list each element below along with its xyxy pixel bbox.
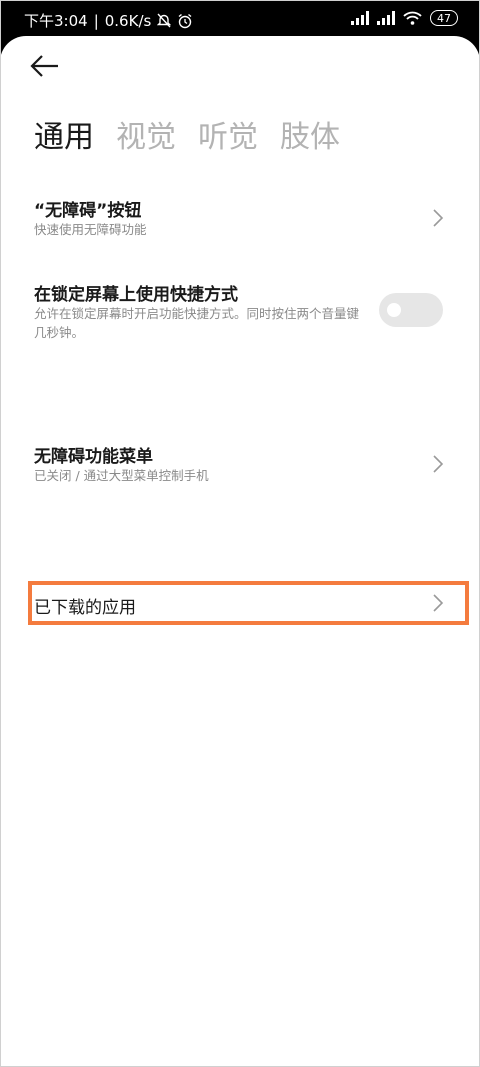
status-net-speed: 0.6K/s: [104, 11, 152, 30]
accessibility-menu-subtitle: 已关闭 / 通过大型菜单控制手机: [34, 468, 209, 483]
chevron-right-icon: [433, 455, 444, 473]
accessibility-menu-item[interactable]: 无障碍功能菜单 已关闭 / 通过大型菜单控制手机: [0, 432, 480, 496]
status-left: 下午3:04 | 0.6K/s: [24, 10, 193, 31]
signal-icon: [377, 11, 395, 25]
tab-general[interactable]: 通用: [34, 112, 94, 156]
bell-off-icon: [157, 13, 172, 28]
tab-physical[interactable]: 肢体: [280, 112, 340, 156]
tab-vision[interactable]: 视觉: [116, 112, 176, 156]
lock-screen-shortcut-toggle[interactable]: [379, 293, 443, 327]
category-tabs: 通用 视觉 听觉 肢体: [34, 112, 340, 156]
toggle-knob: [387, 303, 401, 317]
back-arrow-icon: [30, 55, 58, 77]
alarm-icon: [178, 13, 192, 28]
status-bar: 下午3:04 | 0.6K/s 47: [0, 0, 480, 40]
status-right: 47: [351, 10, 458, 26]
downloaded-apps-item[interactable]: 已下载的应用: [0, 583, 480, 623]
chevron-right-icon: [433, 594, 444, 612]
accessibility-menu-title: 无障碍功能菜单: [34, 447, 153, 467]
status-time: 下午3:04: [24, 12, 88, 30]
accessibility-button-subtitle: 快速使用无障碍功能: [34, 222, 147, 237]
accessibility-button-item[interactable]: “无障碍”按钮 快速使用无障碍功能: [0, 186, 480, 250]
lock-screen-shortcut-subtitle: 允许在锁定屏幕时开启功能快捷方式。同时按住两个音量键几秒钟。: [34, 306, 360, 340]
back-button[interactable]: [30, 54, 74, 88]
downloaded-apps-title: 已下载的应用: [34, 598, 136, 618]
battery-icon: 47: [430, 10, 458, 26]
tab-hearing[interactable]: 听觉: [198, 112, 258, 156]
status-separator: |: [93, 11, 99, 30]
accessibility-button-title: “无障碍”按钮: [34, 201, 142, 221]
settings-screen: 通用 视觉 听觉 肢体 “无障碍”按钮 快速使用无障碍功能 在锁定屏幕上使用快捷…: [0, 36, 480, 1067]
lock-screen-shortcut-title: 在锁定屏幕上使用快捷方式: [34, 285, 238, 305]
signal-icon: [351, 11, 369, 25]
chevron-right-icon: [433, 209, 444, 227]
wifi-icon: [403, 11, 422, 25]
lock-screen-shortcut-item: 在锁定屏幕上使用快捷方式 允许在锁定屏幕时开启功能快捷方式。同时按住两个音量键几…: [0, 270, 480, 350]
